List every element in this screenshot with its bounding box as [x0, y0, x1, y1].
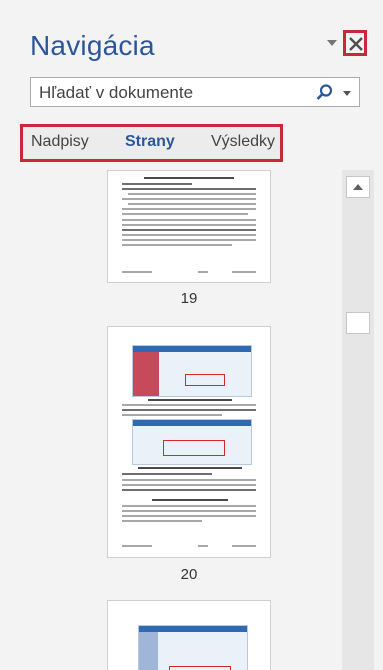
tab-headings[interactable]: Nadpisy	[31, 133, 89, 151]
search-icon[interactable]	[316, 84, 333, 101]
scrollbar-thumb[interactable]	[346, 312, 370, 334]
tab-pages[interactable]: Strany	[125, 133, 175, 151]
close-icon	[349, 37, 363, 51]
search-options-dropdown[interactable]	[343, 91, 351, 96]
page-thumbnail[interactable]	[107, 326, 271, 558]
search-input[interactable]: Hľadať v dokumente	[30, 77, 360, 107]
scrollbar-track[interactable]	[342, 170, 374, 670]
page-thumbnail[interactable]	[107, 170, 271, 283]
tab-results[interactable]: Výsledky	[211, 133, 275, 151]
pane-controls	[327, 30, 375, 60]
view-tabs: Nadpisy Strany Výsledky	[20, 124, 283, 162]
chevron-down-icon[interactable]	[327, 40, 337, 46]
page-thumbnail[interactable]	[107, 600, 271, 670]
page-number: 20	[180, 566, 198, 583]
page-number: 19	[180, 290, 198, 307]
page-thumbnails: 19 20	[0, 170, 340, 670]
search-placeholder: Hľadať v dokumente	[39, 83, 194, 102]
navigation-pane: Navigácia Hľadať v dokumente Nadpisy Str…	[0, 0, 383, 670]
close-button[interactable]	[343, 30, 367, 56]
pane-title: Navigácia	[30, 30, 155, 61]
scroll-up-button[interactable]	[346, 176, 370, 198]
